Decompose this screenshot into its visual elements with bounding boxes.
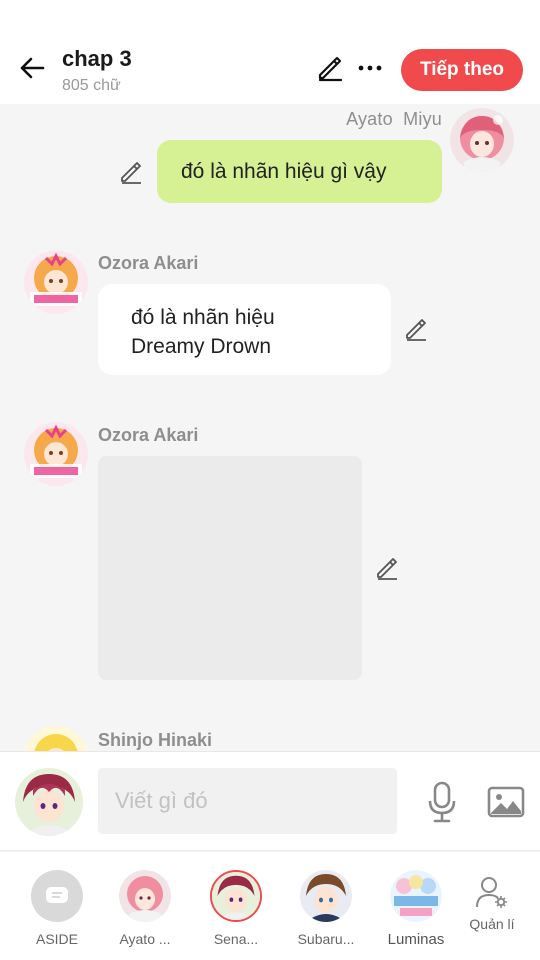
message-input[interactable] [98,768,397,834]
character-label: Ayato ... [119,931,171,947]
next-button[interactable]: Tiếp theo [401,49,523,91]
character-aside[interactable]: ASIDE [17,870,97,947]
message-text-line: Dreamy Drown [131,335,272,358]
character-sena[interactable]: Sena... [196,870,276,947]
sender-name: Ozora Akari [98,253,199,273]
avatar-ozora-akari[interactable] [24,422,88,486]
character-avatar [300,870,352,922]
message-bubble-received[interactable]: đó là nhãn hiệu Dreamy Drown [98,284,391,375]
character-label: Luminas [387,931,445,948]
user-settings-icon [472,872,512,912]
word-count: 805 chữ [62,77,121,94]
character-label: Subaru... [297,931,355,947]
message-composer [0,751,540,851]
sender-name: Ayato Miyu [346,109,442,129]
microphone-icon[interactable] [422,778,462,826]
sender-name: Ozora Akari [98,425,199,445]
character-avatar [210,870,262,922]
image-icon[interactable] [486,782,526,822]
message-icon [31,870,83,922]
message-text-line: đó là nhãn hiệu [131,306,275,329]
top-bar: chap 3 805 chữ Tiếp theo [0,0,540,104]
avatar-ayato-miyu[interactable] [450,108,514,172]
chapter-title: chap 3 [62,46,132,71]
character-luminas[interactable]: Luminas [376,870,456,948]
edit-pencil-icon[interactable] [117,158,145,186]
current-character-avatar[interactable] [15,768,83,836]
message-text: đó là nhãn hiệu gì vậy [181,159,387,183]
character-avatar [119,870,171,922]
character-bar: ASIDE Ayato ... Sena... Subaru... Lumina… [0,852,540,960]
sender-name: Shinjo Hinaki [98,730,213,750]
character-label: Sena... [213,931,259,947]
character-avatar [390,870,442,922]
message-bubble-sent[interactable]: đó là nhãn hiệu gì vậy [157,140,442,203]
pencil-icon[interactable] [314,52,346,84]
character-label: ASIDE [35,931,78,947]
avatar-ozora-akari[interactable] [24,250,88,314]
character-label: Quản lí [469,916,515,932]
image-placeholder[interactable] [98,456,362,680]
back-arrow-icon[interactable] [14,50,50,86]
manage-characters[interactable]: Quản lí [452,872,532,932]
avatar-shinjo-hinaki[interactable] [24,726,88,751]
edit-pencil-icon[interactable] [402,315,430,343]
edit-pencil-icon[interactable] [373,554,401,582]
character-subaru[interactable]: Subaru... [286,870,366,947]
chat-area[interactable]: Ayato Miyu đó là nhãn hiệu gì vậy Ozora … [0,104,540,751]
character-ayato[interactable]: Ayato ... [105,870,185,947]
more-options-icon[interactable] [354,52,386,84]
